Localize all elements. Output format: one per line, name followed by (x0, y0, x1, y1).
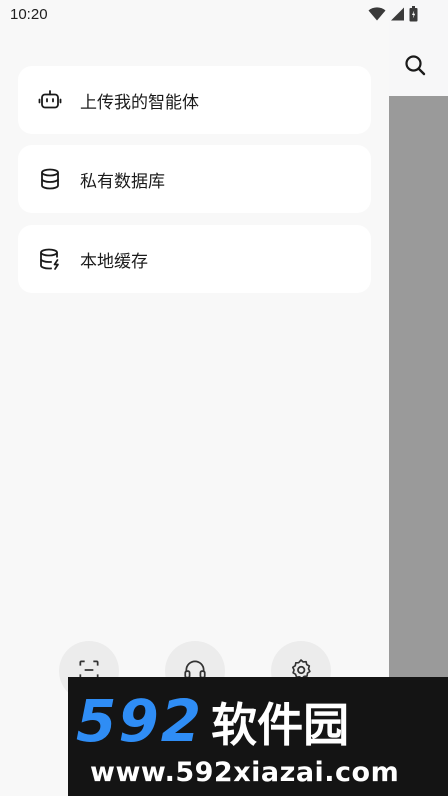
cellular-signal-icon (391, 7, 404, 21)
watermark-url: www.592xiazai.com (90, 757, 400, 788)
search-icon (405, 55, 426, 76)
menu-item-upload-agent[interactable]: 上传我的智能体 (18, 66, 371, 134)
watermark-logo: 592 软件园 (76, 691, 349, 755)
battery-icon (409, 6, 418, 22)
database-bolt-icon (38, 247, 62, 271)
status-time: 10:20 (10, 6, 48, 23)
watermark-banner: 592 软件园 www.592xiazai.com (68, 677, 448, 796)
robot-icon (38, 88, 62, 112)
menu-item-label: 上传我的智能体 (80, 92, 199, 113)
wifi-icon (368, 7, 386, 21)
menu-item-label: 本地缓存 (80, 251, 148, 272)
watermark-number: 592 (76, 687, 204, 755)
search-button[interactable] (400, 50, 430, 80)
watermark-name: 软件园 (211, 698, 350, 752)
status-icons (368, 6, 418, 22)
menu-item-private-database[interactable]: 私有数据库 (18, 145, 371, 213)
app-screen: 上传我的智能体 私有数据库 本地缓存 10:20 592 软件园 www.592… (0, 0, 448, 796)
menu-item-local-cache[interactable]: 本地缓存 (18, 225, 371, 293)
menu-item-label: 私有数据库 (80, 171, 165, 192)
database-icon (38, 167, 62, 191)
status-bar: 10:20 (0, 0, 448, 32)
